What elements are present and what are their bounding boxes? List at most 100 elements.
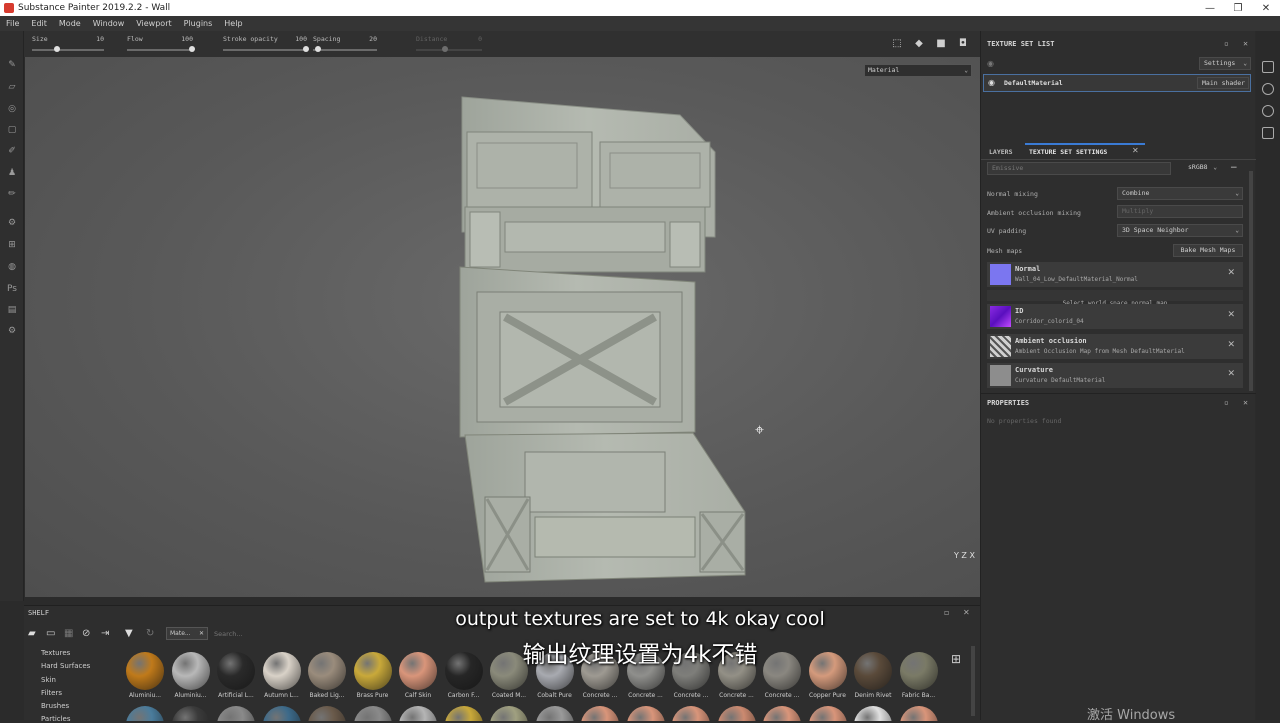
log-icon[interactable] — [1262, 127, 1274, 139]
material-label: Concrete ... — [764, 692, 800, 699]
display-settings-icon[interactable] — [1262, 61, 1274, 73]
screenshot-icon[interactable]: ◘ — [956, 38, 970, 50]
mesh-map-ambient-occlusion[interactable]: Ambient occlusion Ambient Occlusion Map … — [987, 334, 1243, 359]
material-thumbnail[interactable] — [217, 706, 255, 721]
menu-window[interactable]: Window — [87, 19, 131, 28]
normal-map-file: Wall_04_Low_DefaultMaterial_Normal — [1015, 276, 1138, 283]
shader-settings-icon[interactable] — [1262, 83, 1274, 95]
channel-name-field[interactable]: Emissive — [987, 162, 1171, 175]
spacing-value: 20 — [369, 35, 377, 43]
material-thumbnail[interactable] — [308, 706, 346, 721]
menu-file[interactable]: File — [0, 19, 25, 28]
menu-viewport[interactable]: Viewport — [130, 19, 177, 28]
remove-curvature-map-icon[interactable]: ✕ — [1227, 369, 1235, 379]
material-thumbnail[interactable] — [763, 706, 801, 721]
close-tab-icon[interactable]: ✕ — [1132, 146, 1139, 155]
remove-channel-icon[interactable]: − — [1230, 163, 1238, 173]
settings-icon[interactable]: ⚙ — [6, 325, 18, 337]
bake-mesh-maps-button[interactable]: Bake Mesh Maps — [1173, 244, 1243, 257]
normal-mixing-value: Combine — [1122, 189, 1150, 197]
minimize-button[interactable]: — — [1196, 3, 1224, 14]
color-picker-icon[interactable]: ✏ — [6, 188, 18, 200]
remove-id-map-icon[interactable]: ✕ — [1227, 310, 1235, 320]
mesh-map-normal[interactable]: Normal Wall_04_Low_DefaultMaterial_Norma… — [987, 262, 1243, 287]
polygon-fill-icon[interactable]: ⊞ — [6, 239, 18, 251]
projection-icon[interactable]: ◎ — [6, 103, 18, 115]
3d-viewport[interactable]: ⌖ Y Z X — [25, 57, 980, 597]
eye-icon[interactable]: ◉ — [987, 59, 994, 68]
ao-mixing-dropdown[interactable]: Multiply — [1117, 205, 1243, 218]
material-picker-icon[interactable]: ◍ — [6, 261, 18, 273]
remove-normal-map-icon[interactable]: ✕ — [1227, 268, 1235, 278]
texture-set-row[interactable]: ◉ DefaultMaterial Main shader — [983, 74, 1251, 92]
shelf-category-skin[interactable]: Skin — [41, 676, 56, 684]
maximize-button[interactable]: ❐ — [1224, 3, 1252, 14]
menu-plugins[interactable]: Plugins — [178, 19, 219, 28]
close-button[interactable]: ✕ — [1252, 3, 1280, 14]
material-thumbnail[interactable] — [262, 706, 301, 721]
material-thumbnail[interactable] — [808, 706, 847, 721]
export-textures-icon[interactable]: ▤ — [6, 304, 18, 316]
bake-icon[interactable]: ⚙ — [6, 217, 18, 229]
menu-mode[interactable]: Mode — [53, 19, 87, 28]
close-properties-icon[interactable]: ✕ — [1243, 398, 1248, 407]
float-properties-icon[interactable]: ▫ — [1224, 398, 1229, 407]
menu-edit[interactable]: Edit — [25, 19, 53, 28]
material-thumbnail[interactable] — [171, 706, 210, 721]
stroke-opacity-label: Stroke opacity — [223, 35, 278, 43]
geometry-mask-icon[interactable]: ▢ — [6, 124, 18, 136]
panel-tabs: LAYERS TEXTURE SET SETTINGS ✕ — [981, 143, 1256, 160]
uv-padding-dropdown[interactable]: 3D Space Neighbor ⌄ — [1117, 224, 1243, 237]
viewport-mode-select[interactable]: Material ⌄ — [864, 64, 972, 77]
ao-mixing-value: Multiply — [1122, 207, 1154, 215]
mesh-map-id[interactable]: ID Corridor_colorid_04 ✕ — [987, 304, 1243, 329]
svg-text:⌖: ⌖ — [755, 420, 764, 439]
material-thumbnail[interactable] — [717, 706, 756, 721]
settings-scrollbar[interactable] — [1249, 171, 1253, 391]
channel-format-dropdown[interactable]: sRGB8 ⌄ — [1184, 162, 1220, 175]
ao-map-thumbnail — [990, 336, 1011, 357]
remove-ao-map-icon[interactable]: ✕ — [1227, 340, 1235, 350]
smudge-icon[interactable]: ✐ — [6, 145, 18, 157]
cube-view-icon[interactable]: ◆ — [912, 38, 926, 50]
tool-options-bar: Size 10 Flow 100 Stroke opacity 100 Spac… — [24, 31, 980, 57]
shader-dropdown[interactable]: Main shader — [1197, 77, 1249, 89]
material-thumbnail[interactable] — [353, 706, 392, 721]
clone-stamp-icon[interactable]: ♟ — [6, 167, 18, 179]
id-map-file: Corridor_colorid_04 — [1015, 318, 1084, 325]
shelf-category-filters[interactable]: Filters — [41, 689, 62, 697]
material-thumbnail[interactable] — [854, 706, 892, 721]
paint-brush-icon[interactable]: ✎ — [6, 59, 18, 71]
menu-help[interactable]: Help — [218, 19, 248, 28]
material-thumbnail[interactable] — [626, 706, 665, 721]
material-thumbnail[interactable] — [444, 706, 483, 721]
close-panel-icon[interactable]: ✕ — [1243, 39, 1248, 48]
material-thumbnail[interactable] — [126, 706, 164, 721]
material-thumbnail[interactable] — [672, 706, 710, 721]
eraser-icon[interactable]: ▱ — [6, 81, 18, 93]
distance-label: Distance — [416, 35, 448, 43]
material-thumbnail[interactable] — [899, 706, 938, 721]
photoshop-export-icon[interactable]: Ps — [6, 283, 18, 295]
tab-texture-set-settings[interactable]: TEXTURE SET SETTINGS — [1029, 148, 1107, 156]
tab-layers[interactable]: LAYERS — [989, 148, 1012, 156]
ao-map-file: Ambient Occlusion Map from Mesh DefaultM… — [1015, 348, 1185, 355]
window-title: Substance Painter 2019.2.2 - Wall — [18, 3, 171, 13]
video-camera-icon[interactable]: ■ — [934, 38, 948, 50]
material-label: Copper Pure — [809, 692, 846, 699]
select-world-normal-button[interactable]: Select world space normal map — [987, 290, 1243, 307]
camera-frame-icon[interactable]: ⬚ — [890, 38, 904, 50]
material-thumbnail[interactable] — [399, 706, 437, 721]
material-thumbnail[interactable] — [490, 706, 528, 721]
material-label: Concrete ... — [582, 692, 618, 699]
float-panel-icon[interactable]: ▫ — [1224, 39, 1229, 48]
material-thumbnail[interactable] — [535, 706, 574, 721]
material-thumbnail[interactable] — [581, 706, 619, 721]
texture-set-settings-dropdown[interactable]: Settings ⌄ — [1199, 57, 1251, 70]
mesh-map-curvature[interactable]: Curvature Curvature DefaultMaterial ✕ — [987, 363, 1243, 388]
normal-mixing-dropdown[interactable]: Combine ⌄ — [1117, 187, 1243, 200]
shelf-category-brushes[interactable]: Brushes — [41, 702, 69, 710]
history-icon[interactable] — [1262, 105, 1274, 117]
visibility-eye-icon[interactable]: ◉ — [988, 78, 995, 87]
shelf-category-particles[interactable]: Particles — [41, 715, 71, 723]
